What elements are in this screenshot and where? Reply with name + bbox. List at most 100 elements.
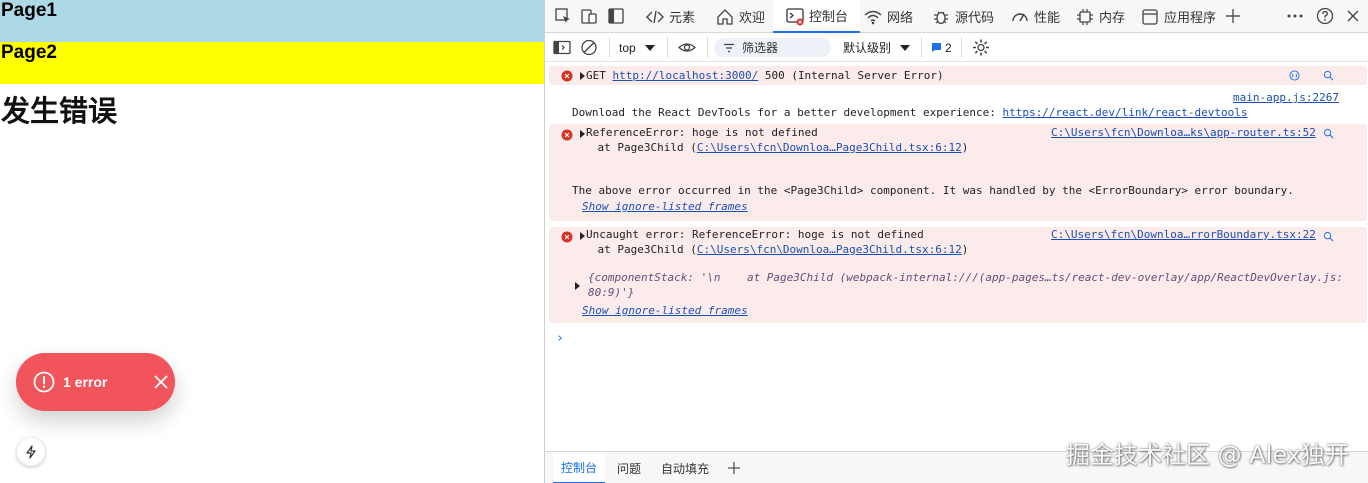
info-source-link[interactable]: main-app.js:2267 [1233,91,1339,105]
tab-console-label[interactable]: 控制台 [809,6,848,25]
uncaught-error-source[interactable]: C:\Users\fcn\Downloa…rrorBoundary.tsx:22 [1051,228,1316,242]
tab-console[interactable]: 控制台 [773,0,861,33]
issues-count[interactable]: 2 [945,41,952,55]
network-error-line: GET http://localhost:3000/ 500 (Internal… [586,69,944,83]
reference-error-stack: at Page3Child (C:\Users\fcn\Downloa…Page… [571,141,968,155]
expand-object-triangle-icon[interactable] [575,282,580,290]
page2-link[interactable]: Page2 [0,42,544,84]
tab-application[interactable]: 应用程序 [1140,0,1216,33]
lightning-icon [26,445,36,459]
tab-welcome-label[interactable]: 欢迎 [739,7,765,26]
live-expression-eye-icon[interactable] [677,37,697,58]
drawer-tab-console-label[interactable]: 控制台 [561,459,597,476]
tab-network-label[interactable]: 网络 [887,7,913,26]
error-boundary-note: The above error occurred in the <Page3Ch… [572,184,1294,197]
tab-elements-label[interactable]: 元素 [669,7,695,26]
close-devtools-icon[interactable] [1343,6,1363,26]
error-count-label[interactable]: 1 error [63,374,107,390]
uncaught-error-stack: at Page3Child (C:\Users\fcn\Downloa…Page… [571,243,968,257]
code-icon [646,10,664,23]
component-stack-object-line2[interactable]: 80:9)'} [588,285,634,300]
chip-icon [1077,8,1093,25]
devtools-panel: 元素 欢迎 控制台 网络 源代码 性能 内存 应用程序 top 筛选器 默认级别… [544,0,1368,483]
log-level-value[interactable]: 默认级别 [843,39,891,56]
tab-sources[interactable]: 源代码 [931,0,994,33]
console-icon [786,7,804,25]
tab-network[interactable]: 网络 [863,0,913,33]
show-ignore-listed-frames-link[interactable]: Show ignore-listed frames [582,200,748,213]
stack-prefix: at Page3Child ( [571,243,697,256]
sidebar-toggle-icon[interactable] [606,6,626,26]
component-stack-object-line1[interactable]: {componentStack: '\n at Page3Child (webp… [588,270,1343,285]
tab-application-label[interactable]: 应用程序 [1164,7,1216,26]
help-icon[interactable] [1315,6,1335,26]
expand-triangle-icon[interactable] [580,72,585,80]
watermark: 掘金技术社区 @ Alex独开 [1066,441,1349,469]
tab-memory-label[interactable]: 内存 [1099,7,1125,26]
expand-triangle-icon[interactable] [580,232,585,240]
filter-placeholder[interactable]: 筛选器 [742,39,778,56]
add-drawer-tab-icon[interactable] [727,461,741,475]
inspect-element-icon[interactable] [553,6,573,26]
app-window-icon [1142,8,1158,25]
context-selector[interactable]: top [619,37,656,58]
tab-sources-label[interactable]: 源代码 [955,7,994,26]
network-error-suffix: 500 (Internal Server Error) [758,69,944,82]
expand-triangle-icon[interactable] [580,130,585,138]
device-emulation-icon[interactable] [579,6,599,26]
drawer-tab-issues[interactable]: 问题 [617,452,641,483]
network-error-url[interactable]: http://localhost:3000/ [613,69,759,82]
error-icon [561,129,573,141]
search-icon[interactable] [1323,231,1334,242]
drawer-tab-autofill-label[interactable]: 自动填充 [661,460,709,477]
console-prompt[interactable]: › [556,331,564,346]
network-error-prefix: GET [586,69,613,82]
drawer-tab-issues-label[interactable]: 问题 [617,460,641,477]
tab-performance[interactable]: 性能 [1010,0,1060,33]
error-heading: 发生错误 [1,94,118,128]
page1-label[interactable]: Page1 [1,0,57,21]
tab-memory[interactable]: 内存 [1075,0,1125,33]
show-sidebar-icon[interactable] [553,37,571,58]
page1-link[interactable]: Page1 [0,0,544,42]
gauge-icon [1012,12,1028,21]
console-message-network-error: GET http://localhost:3000/ 500 (Internal… [549,66,1367,85]
chevron-down-icon [900,44,911,51]
nextjs-devtools-button[interactable] [17,438,45,466]
error-icon [561,70,573,82]
stack-suffix: ) [961,243,969,256]
bug-icon [934,11,948,24]
alert-circle-icon [33,371,55,393]
console-settings-gear-icon[interactable] [971,37,991,58]
context-selector-value[interactable]: top [619,41,636,55]
search-icon[interactable] [1323,128,1334,139]
issues-counter[interactable]: 2 [931,37,952,58]
more-options-icon[interactable] [1285,6,1305,26]
reference-error-source[interactable]: C:\Users\fcn\Downloa…ks\app-router.ts:52 [1051,126,1316,140]
stack-link[interactable]: C:\Users\fcn\Downloa…Page3Child.tsx:6:12 [697,243,962,256]
tab-elements[interactable]: 元素 [645,0,695,33]
drawer-tab-console[interactable]: 控制台 [553,452,606,483]
drawer-tab-autofill[interactable]: 自动填充 [661,452,709,483]
tab-performance-label[interactable]: 性能 [1034,7,1060,26]
filter-input[interactable]: 筛选器 [714,38,831,57]
devtools-tabbar: 元素 欢迎 控制台 网络 源代码 性能 内存 应用程序 [545,0,1368,33]
page2-label[interactable]: Page2 [1,42,57,63]
info-message-line: Download the React DevTools for a better… [572,106,1248,120]
add-tab-icon[interactable] [1223,6,1243,26]
console-toolbar: top 筛选器 默认级别 2 [545,33,1368,62]
close-icon[interactable] [153,374,169,390]
stack-link[interactable]: C:\Users\fcn\Downloa…Page3Child.tsx:6:12 [697,141,962,154]
nextjs-error-indicator[interactable]: 1 error [16,353,175,411]
clear-console-icon[interactable] [580,37,598,58]
stack-suffix: ) [961,141,969,154]
search-icon[interactable] [1323,70,1334,81]
message-bubble-icon [932,43,941,52]
log-level-selector[interactable]: 默认级别 [843,37,911,58]
home-icon [717,8,733,25]
reference-error-title: ReferenceError: hoge is not defined [586,126,818,139]
network-request-icon[interactable] [1289,70,1300,81]
react-devtools-link[interactable]: https://react.dev/link/react-devtools [1002,106,1247,119]
tab-welcome[interactable]: 欢迎 [715,0,765,33]
show-ignore-listed-frames-link[interactable]: Show ignore-listed frames [582,304,748,317]
